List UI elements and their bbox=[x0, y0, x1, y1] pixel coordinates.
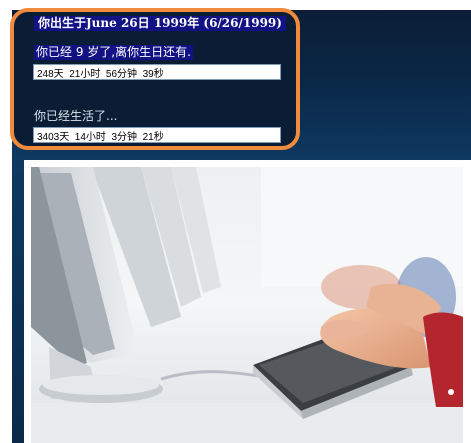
computer-keyboard-photo bbox=[31, 167, 463, 443]
birth-date-title: 你出生于June 26日 1999年 (6/26/1999) bbox=[34, 16, 286, 31]
age-countdown-label: 你已经 9 岁了,离你生日还有. bbox=[34, 45, 193, 60]
left-margin-strip bbox=[12, 160, 24, 443]
time-lived-label: 你已经生活了... bbox=[34, 109, 118, 123]
photo-illustration bbox=[31, 167, 463, 443]
time-lived-field[interactable] bbox=[33, 127, 281, 143]
birthday-countdown-field[interactable] bbox=[33, 64, 281, 80]
